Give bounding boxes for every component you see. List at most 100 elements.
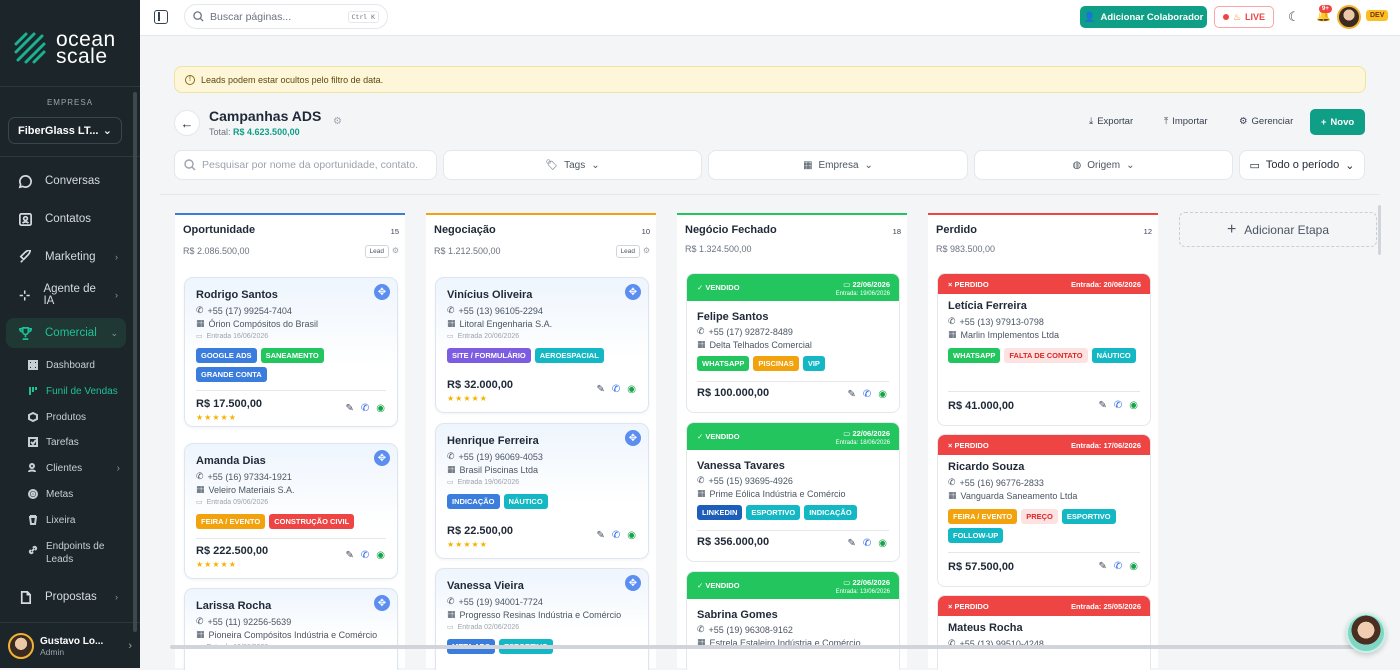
whatsapp-icon[interactable]: ◉ bbox=[376, 550, 385, 561]
company-selector[interactable]: FiberGlass LT... ⌄ bbox=[8, 117, 122, 144]
whatsapp-icon[interactable]: ◉ bbox=[1129, 400, 1138, 411]
deal-status-header: ✓ VENDIDO ▭ 22/06/2026 Entrada: 19/06/20… bbox=[687, 274, 899, 301]
lead-card[interactable]: ✥ Vanessa Vieira ✆ +55 (19) 94001-7724 ▦ P… bbox=[435, 568, 649, 670]
page-search[interactable]: Buscar páginas... Ctrl K bbox=[184, 4, 388, 29]
whatsapp-icon[interactable]: ◉ bbox=[627, 384, 636, 395]
deal-card[interactable]: ✓ VENDIDO ▭ 22/06/2026 Entrada: 19/06/20… bbox=[686, 273, 900, 413]
whatsapp-icon[interactable]: ◉ bbox=[878, 389, 887, 400]
edit-icon[interactable]: ✎ bbox=[345, 403, 353, 414]
subnav-label: Metas bbox=[46, 488, 74, 500]
origin-filter[interactable]: ◍ Origem ⌄ bbox=[974, 150, 1233, 180]
company-filter[interactable]: ▦ Empresa ⌄ bbox=[708, 150, 968, 180]
kanban-icon bbox=[29, 387, 37, 395]
nav-conversas[interactable]: Conversas bbox=[6, 166, 126, 196]
phone-icon[interactable]: ✆ bbox=[361, 403, 369, 414]
tags-filter[interactable]: 🏷 Tags ⌄ bbox=[443, 150, 702, 180]
edit-icon[interactable]: ✎ bbox=[345, 550, 353, 561]
subnav-tarefas[interactable]: Tarefas bbox=[28, 432, 79, 452]
lead-card[interactable]: ✥ Vinícius Oliveira ✆ +55 (13) 96105-2294… bbox=[435, 277, 649, 413]
move-icon[interactable]: ✥ bbox=[625, 284, 641, 300]
card-divider bbox=[697, 381, 889, 382]
tag: SITE / FORMULÁRIO bbox=[447, 348, 531, 363]
sidebar-scrollbar[interactable] bbox=[133, 92, 137, 632]
whatsapp-icon[interactable]: ◉ bbox=[878, 538, 887, 549]
nav-contatos[interactable]: Contatos bbox=[6, 204, 126, 234]
total-value: R$ 4.623.500,00 bbox=[233, 127, 300, 137]
lead-card[interactable]: ✥ Larissa Rocha ✆ +55 (11) 92256-5639 ▦ Pi… bbox=[184, 588, 398, 670]
import-button[interactable]: ⤒ Importar bbox=[1164, 116, 1208, 127]
edit-icon[interactable]: ✎ bbox=[1098, 400, 1106, 411]
move-icon[interactable]: ✥ bbox=[625, 575, 641, 591]
whatsapp-icon[interactable]: ◉ bbox=[376, 403, 385, 414]
move-icon[interactable]: ✥ bbox=[374, 595, 390, 611]
deal-card[interactable]: ✓ VENDIDO ▭ 22/06/2026 Entrada: 18/06/20… bbox=[686, 422, 900, 562]
edit-icon[interactable]: ✎ bbox=[847, 389, 855, 400]
export-button[interactable]: ⤓ Exportar bbox=[1089, 116, 1133, 127]
board-vertical-scrollbar[interactable] bbox=[1378, 205, 1381, 255]
move-icon[interactable]: ✥ bbox=[374, 450, 390, 466]
edit-icon[interactable]: ✎ bbox=[1098, 561, 1106, 572]
lead-name: Letícia Ferreira bbox=[948, 300, 1027, 312]
stage-settings-icon[interactable]: ⚙ bbox=[392, 246, 399, 255]
subnav-clientes[interactable]: Clientes › bbox=[28, 458, 120, 478]
live-button[interactable]: ♨ LIVE bbox=[1214, 6, 1274, 28]
subnav-dashboard[interactable]: Dashboard bbox=[28, 355, 95, 375]
phone-icon[interactable]: ✆ bbox=[863, 389, 871, 400]
move-icon[interactable]: ✥ bbox=[625, 430, 641, 446]
edit-icon[interactable]: ✎ bbox=[596, 530, 604, 541]
subnav-produtos[interactable]: Produtos bbox=[28, 407, 86, 427]
nav-agente-ia[interactable]: Agente de IA › bbox=[6, 280, 126, 310]
nav-comercial[interactable]: Comercial ⌄ bbox=[6, 318, 126, 348]
subnav-endpoints-leads[interactable]: Endpoints de Leads bbox=[28, 540, 104, 566]
phone-icon: ✆ bbox=[948, 316, 956, 326]
phone-icon[interactable]: ✆ bbox=[361, 550, 369, 561]
new-label: Novo bbox=[1330, 116, 1355, 128]
add-stage-button[interactable]: + Adicionar Etapa bbox=[1179, 212, 1377, 247]
phone-icon[interactable]: ✆ bbox=[612, 530, 620, 541]
search-placeholder: Pesquisar por nome da oportunidade, cont… bbox=[202, 159, 417, 171]
phone-icon[interactable]: ✆ bbox=[1114, 400, 1122, 411]
subnav-metas[interactable]: Metas bbox=[28, 484, 73, 504]
subnav-funil-vendas[interactable]: Funil de Vendas bbox=[28, 381, 118, 401]
manage-button[interactable]: ⚙ Gerenciar bbox=[1239, 116, 1293, 127]
deal-card[interactable]: × PERDIDO Entrada: 20/06/2026 Letícia Fe… bbox=[937, 273, 1151, 426]
chevron-down-icon: ⌄ bbox=[102, 125, 112, 137]
stage-settings-icon[interactable]: ⚙ bbox=[643, 246, 650, 255]
nav-marketing[interactable]: Marketing › bbox=[6, 242, 126, 272]
company-text: Brasil Piscinas Ltda bbox=[459, 464, 539, 475]
user-menu[interactable]: Gustavo Lo... Admin › bbox=[8, 631, 136, 661]
subnav-lixeira[interactable]: Lixeira bbox=[28, 510, 75, 530]
logo[interactable]: ocean scale bbox=[12, 29, 116, 67]
back-button[interactable]: ← bbox=[174, 110, 200, 136]
phone-icon[interactable]: ✆ bbox=[612, 384, 620, 395]
phone-icon[interactable]: ✆ bbox=[1114, 561, 1122, 572]
opportunity-search[interactable]: Pesquisar por nome da oportunidade, cont… bbox=[174, 150, 437, 180]
lead-company: ▦ Marlin Implementos Ltda bbox=[948, 329, 1059, 340]
deal-card[interactable]: × PERDIDO Entrada: 25/05/2026 Mateus Roc… bbox=[937, 595, 1151, 670]
whatsapp-icon[interactable]: ◉ bbox=[627, 530, 636, 541]
deal-card[interactable]: ✓ VENDIDO ▭ 22/06/2026 Entrada: 13/06/20… bbox=[686, 571, 900, 670]
deal-status-header: × PERDIDO Entrada: 20/06/2026 bbox=[938, 274, 1150, 294]
new-button[interactable]: + Novo bbox=[1310, 109, 1365, 135]
nav-propostas[interactable]: Propostas › bbox=[6, 582, 126, 612]
lead-card[interactable]: ✥ Henrique Ferreira ✆ +55 (19) 96069-4053… bbox=[435, 423, 649, 559]
assistant-avatar-button[interactable] bbox=[1346, 613, 1386, 653]
user-avatar[interactable] bbox=[1337, 5, 1361, 29]
deal-card[interactable]: × PERDIDO Entrada: 17/06/2026 Ricardo So… bbox=[937, 434, 1151, 587]
edit-icon[interactable]: ✎ bbox=[596, 384, 604, 395]
add-collaborator-button[interactable]: 👤 Adicionar Colaborador bbox=[1080, 6, 1207, 28]
whatsapp-icon[interactable]: ◉ bbox=[1129, 561, 1138, 572]
phone-icon[interactable]: ✆ bbox=[863, 538, 871, 549]
settings-gear-icon[interactable]: ⚙ bbox=[333, 116, 342, 127]
phone-text: +55 (19) 94001-7724 bbox=[458, 596, 543, 607]
lead-card[interactable]: ✥ Rodrigo Santos ✆ +55 (17) 99254-7404 ▦ Ó… bbox=[184, 277, 398, 427]
lead-card[interactable]: ✥ Amanda Dias ✆ +55 (16) 97334-1921 ▦ Vele… bbox=[184, 443, 398, 579]
building-icon: ▦ bbox=[803, 159, 813, 171]
board-horizontal-scrollbar[interactable] bbox=[170, 645, 1370, 649]
sidebar-toggle-icon[interactable] bbox=[154, 10, 168, 24]
move-icon[interactable]: ✥ bbox=[374, 284, 390, 300]
edit-icon[interactable]: ✎ bbox=[847, 538, 855, 549]
period-filter[interactable]: ▭ Todo o período ⌄ bbox=[1239, 150, 1365, 180]
moon-icon[interactable]: ☾ bbox=[1288, 9, 1300, 25]
page-title: Campanhas ADS bbox=[209, 108, 322, 124]
